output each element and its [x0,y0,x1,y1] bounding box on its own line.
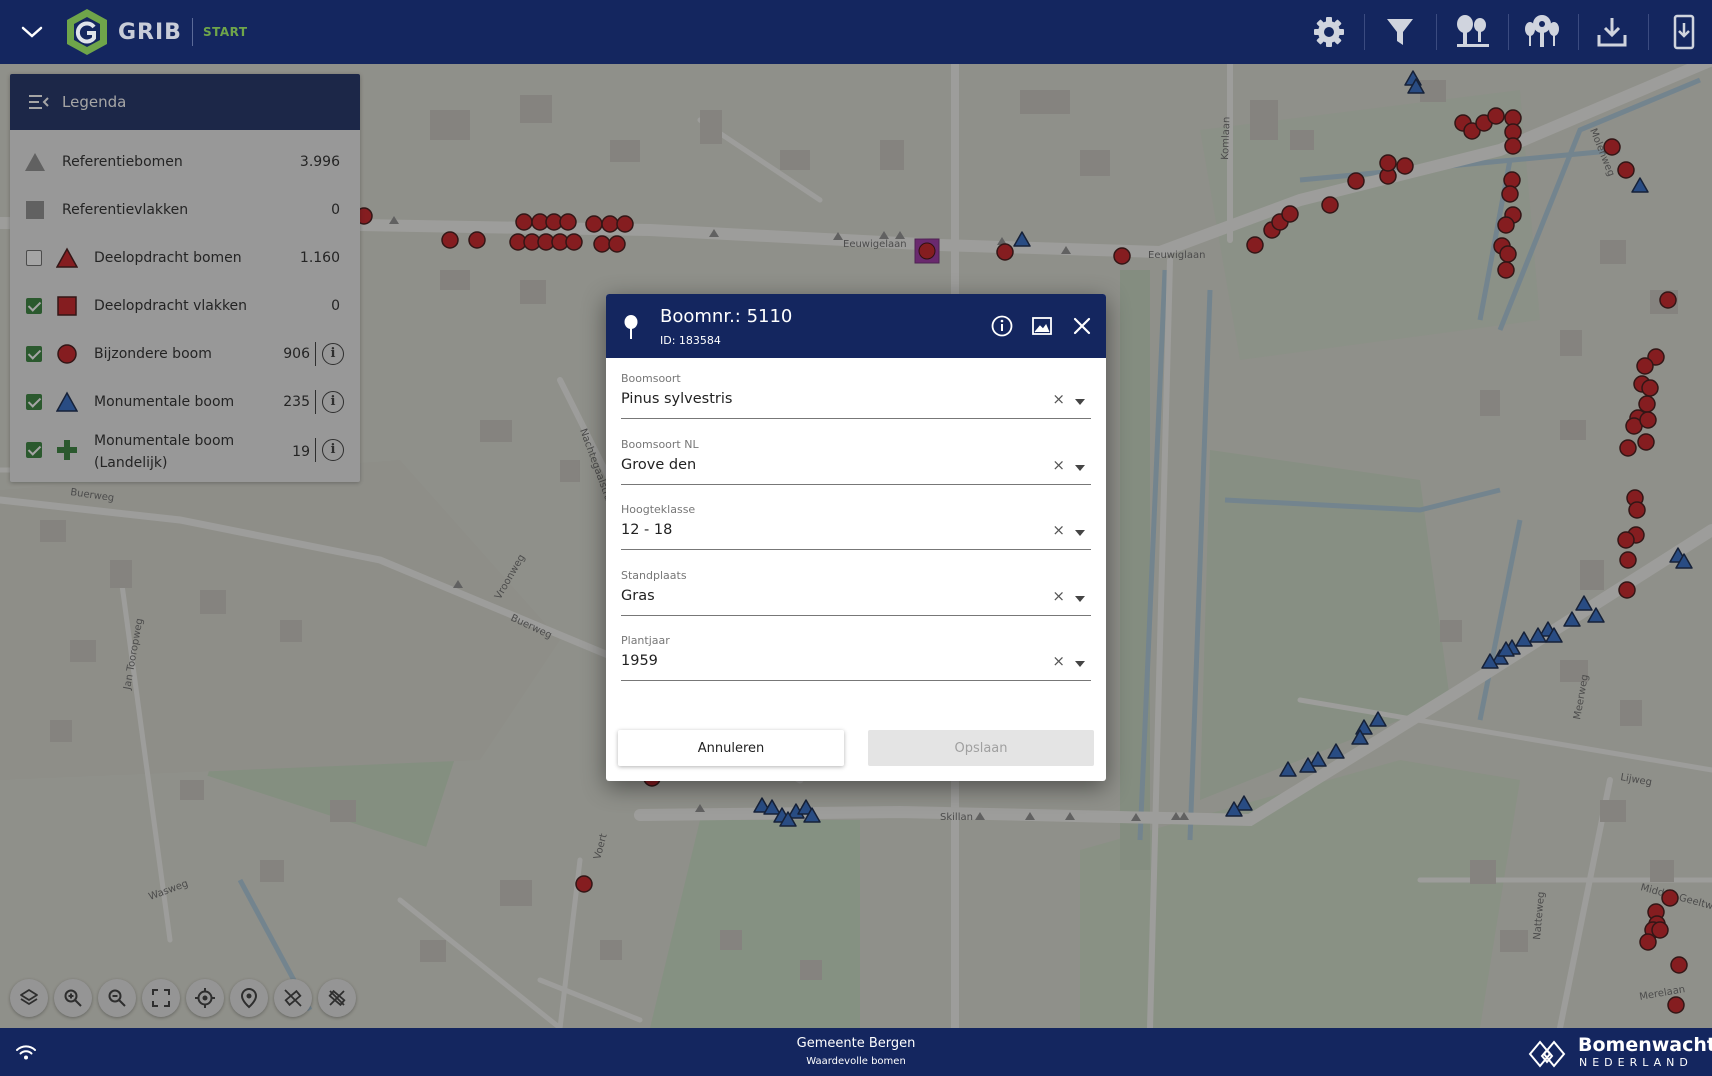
export-button[interactable] [1662,10,1706,54]
dropdown-arrow-icon[interactable] [1075,661,1085,667]
grib-logo-icon [67,9,107,55]
download-icon [1597,18,1627,47]
tree-pin-icon [624,315,638,339]
field-value[interactable]: 1959 [621,653,1021,675]
field-label: Standplaats [621,569,687,582]
field-plantjaar[interactable]: Plantjaar 1959 × [621,634,1091,684]
filter-button[interactable] [1378,10,1422,54]
partner-country: NEDERLAND [1579,1056,1693,1069]
dialog-title: Boomnr.: 5110 [660,306,793,327]
dialog-header: Boomnr.: 5110 ID: 183584 [606,294,1106,358]
toolbar-divider [1436,14,1437,50]
clear-icon[interactable]: × [1052,652,1065,670]
bomenwacht-logo-icon [1528,1040,1566,1068]
toolbar-divider [1648,14,1649,50]
top-bar: GRIB START [0,0,1712,64]
image-icon[interactable] [1030,314,1054,338]
field-boomsoort-nl[interactable]: Boomsoort NL Grove den × [621,438,1091,488]
field-value[interactable]: Grove den [621,457,1021,479]
tree-group-button[interactable] [1520,10,1564,54]
footer-bar: Gemeente Bergen Waardevolle bomen Bomenw… [0,1028,1712,1076]
field-label: Boomsoort [621,372,681,385]
toolbar-divider [1578,14,1579,50]
grib-logo[interactable]: GRIB START [64,6,248,58]
clear-icon[interactable]: × [1052,521,1065,539]
field-underline [621,418,1091,419]
dropdown-arrow-icon[interactable] [1075,596,1085,602]
field-underline [621,549,1091,550]
device-download-icon [1673,14,1695,50]
field-hoogteklasse[interactable]: Hoogteklasse 12 - 18 × [621,503,1091,553]
clear-icon[interactable]: × [1052,390,1065,408]
dropdown-arrow-icon[interactable] [1075,465,1085,471]
gear-icon [1314,17,1344,47]
dropdown-arrow-icon[interactable] [1075,530,1085,536]
dropdown-arrow-icon[interactable] [1075,399,1085,405]
partner-name: Bomenwacht [1578,1034,1712,1056]
field-underline [621,484,1091,485]
info-icon[interactable] [990,314,1014,338]
chevron-down-icon[interactable] [18,20,46,44]
save-button[interactable]: Opslaan [868,730,1094,766]
organization-name: Gemeente Bergen [796,1036,916,1051]
field-value[interactable]: Gras [621,588,1021,610]
download-button[interactable] [1590,10,1634,54]
field-label: Plantjaar [621,634,670,647]
dialog-subtitle: ID: 183584 [660,334,721,347]
field-boomsoort[interactable]: Boomsoort Pinus sylvestris × [621,372,1091,422]
logo-divider [191,18,193,46]
field-standplaats[interactable]: Standplaats Gras × [621,569,1091,619]
bomenwacht-logo[interactable]: Bomenwacht NEDERLAND [1528,1034,1712,1072]
tree-group-icon [1525,15,1559,47]
clear-icon[interactable]: × [1052,587,1065,605]
toolbar-divider [1508,14,1509,50]
field-underline [621,680,1091,681]
project-name: Waardevolle bomen [806,1056,906,1067]
toolbar-divider [1364,14,1365,50]
field-label: Boomsoort NL [621,438,699,451]
filter-icon [1387,19,1413,45]
field-underline [621,615,1091,616]
tree-edit-dialog: Boomnr.: 5110 ID: 183584 Boomsoort Pinus… [606,294,1106,781]
module-name: START [202,25,248,39]
close-icon[interactable] [1070,314,1094,338]
field-value[interactable]: 12 - 18 [621,522,1021,544]
field-label: Hoogteklasse [621,503,696,516]
field-value[interactable]: Pinus sylvestris [621,391,1021,413]
app-root: GRIB START Eeuwigelaan Eeuwiglaan Komlaa… [0,0,1712,1076]
cancel-button[interactable]: Annuleren [618,730,844,766]
tree-search-button[interactable] [1450,10,1494,54]
settings-button[interactable] [1307,10,1351,54]
brand-name: GRIB [118,19,182,45]
tree-search-icon [1457,15,1489,47]
clear-icon[interactable]: × [1052,456,1065,474]
